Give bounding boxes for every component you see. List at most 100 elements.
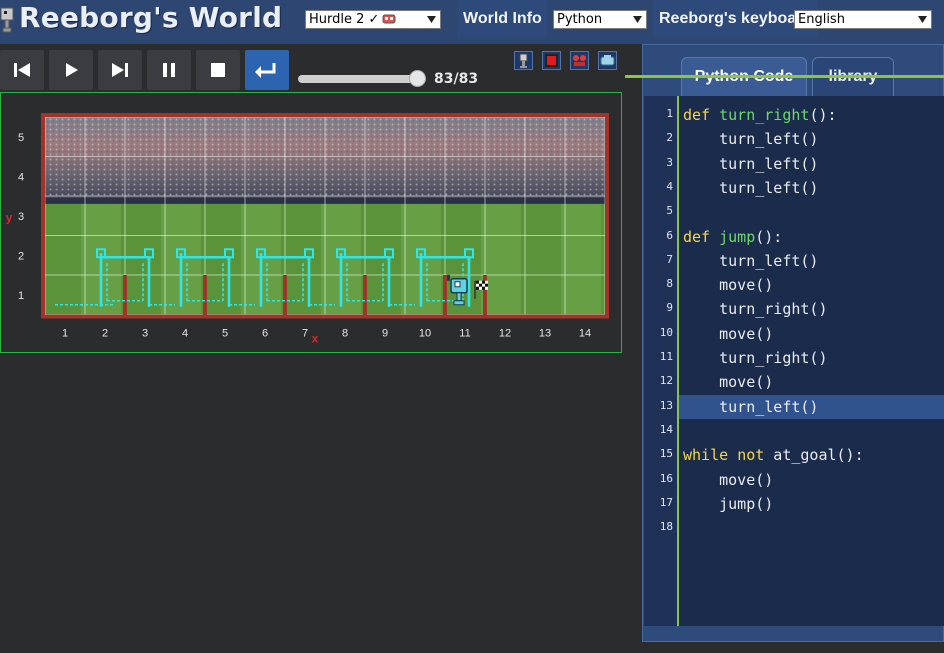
- code-line-current[interactable]: turn_left(): [679, 394, 944, 419]
- robot-eye: [454, 281, 461, 288]
- line-number: 18: [659, 520, 673, 534]
- goal-flag-checker: [482, 283, 485, 287]
- chevron-down-icon: [633, 16, 642, 23]
- line-number: 10: [659, 325, 673, 339]
- pause-icon: [163, 63, 175, 77]
- y-tick-label: 2: [18, 250, 24, 262]
- x-tick-label: 5: [222, 328, 228, 340]
- world-edit-icon: [600, 55, 615, 66]
- x-tick-label: 8: [342, 328, 348, 340]
- line-number: 13: [659, 398, 673, 412]
- code-line[interactable]: turn_left(): [683, 176, 818, 200]
- code-editor[interactable]: 1 2 3 4 5 6 7 8 9 10 11 12 13 14 15 16 17 18 def turn_rig…: [644, 96, 944, 626]
- goal-flag-checker: [476, 283, 479, 287]
- progress-slider-track[interactable]: [298, 75, 426, 83]
- line-number: 9: [666, 301, 673, 315]
- goal-flag-checker: [485, 280, 488, 284]
- world-select-value: Hurdle 2 ✓: [309, 12, 380, 27]
- x-tick-label: 7: [302, 328, 308, 340]
- line-number: 3: [666, 155, 673, 169]
- robots-tool-button[interactable]: [570, 51, 589, 70]
- stop-icon: [211, 63, 225, 77]
- code-line[interactable]: jump(): [683, 492, 773, 516]
- step-counter: 83/83: [434, 71, 479, 87]
- line-number: 12: [659, 374, 673, 388]
- hurdle-wall: [203, 275, 207, 315]
- code-line[interactable]: move(): [683, 322, 773, 346]
- world-canvas[interactable]: 1 2 3 4 5 6 7 8 9 10 11 12 13 1412345xy: [1, 93, 621, 352]
- robot-body: [456, 292, 462, 302]
- y-axis-label: y: [6, 211, 13, 225]
- chevron-down-icon: [427, 16, 436, 23]
- line-number: 6: [666, 228, 673, 242]
- ui-language-select-value: English: [798, 12, 845, 27]
- robot-antenna: [447, 274, 450, 281]
- language-select[interactable]: Python: [553, 10, 647, 29]
- goal-flag-checker: [479, 283, 482, 287]
- code-line[interactable]: turn_left(): [683, 152, 818, 176]
- code-line[interactable]: turn_left(): [683, 127, 818, 151]
- code-line[interactable]: def jump():: [683, 225, 782, 249]
- world-info-button[interactable]: World Info: [457, 0, 547, 38]
- world-canvas-frame: 1 2 3 4 5 6 7 8 9 10 11 12 13 14 1 2 3 4 5 x y: [0, 92, 622, 353]
- x-tick-label: 2: [102, 328, 108, 340]
- goal-flag-checker: [485, 286, 488, 290]
- code-line[interactable]: move(): [683, 273, 773, 297]
- line-number: 17: [659, 495, 673, 509]
- x-tick-label: 11: [459, 328, 470, 340]
- red-square-icon: [545, 54, 558, 67]
- gutter-divider: [677, 96, 679, 626]
- x-tick-label: 14: [579, 328, 591, 340]
- line-number: 2: [666, 131, 673, 145]
- reeborg-logo-icon: [0, 7, 14, 33]
- app-title: Reeborg's World: [19, 1, 283, 34]
- stop-button[interactable]: [196, 50, 240, 90]
- goal-flag-checker: [482, 286, 485, 290]
- play-icon: [66, 63, 78, 77]
- reverse-step-button[interactable]: [0, 50, 44, 90]
- x-tick-label: 9: [382, 328, 388, 340]
- code-line[interactable]: while not at_goal():: [683, 443, 864, 467]
- world-edit-tool-button[interactable]: [598, 51, 617, 70]
- code-line[interactable]: turn_left(): [683, 249, 818, 273]
- skip-forward-icon: [112, 63, 128, 77]
- code-line[interactable]: turn_right(): [683, 346, 827, 370]
- return-arrow-icon: [255, 63, 276, 78]
- code-line[interactable]: turn_right(): [683, 297, 827, 321]
- robot-tool-button[interactable]: [514, 51, 533, 70]
- language-select-value: Python: [557, 12, 603, 27]
- line-number: 11: [659, 350, 673, 363]
- x-tick-label: 4: [182, 328, 188, 340]
- reload-button[interactable]: [245, 50, 289, 90]
- x-tick-label: 10: [419, 328, 431, 340]
- highlight-tool-button[interactable]: [542, 51, 561, 70]
- line-number: 4: [666, 179, 673, 193]
- hurdle-wall: [443, 275, 447, 315]
- line-number: 16: [659, 471, 673, 485]
- x-tick-label: 1: [62, 328, 68, 340]
- goal-flag-checker: [476, 280, 479, 284]
- y-tick-label: 4: [18, 171, 24, 183]
- line-number: 15: [659, 447, 673, 461]
- goal-flag-checker: [482, 280, 485, 284]
- ui-language-select[interactable]: English: [794, 10, 932, 29]
- run-button[interactable]: [49, 50, 93, 90]
- skip-back-icon: [14, 63, 30, 77]
- code-line[interactable]: def turn_right():: [683, 103, 837, 127]
- line-number-gutter: 1 2 3 4 5 6 7 8 9 10 11 12 13 14 15 16 17 18: [644, 96, 677, 626]
- world-select[interactable]: Hurdle 2 ✓: [305, 10, 441, 29]
- progress-slider-thumb[interactable]: [409, 70, 426, 87]
- chevron-down-icon: [918, 16, 927, 23]
- goal-flag-checker: [479, 280, 482, 284]
- line-number: 8: [666, 277, 673, 291]
- goal-flag-checker: [479, 286, 482, 290]
- code-line[interactable]: move(): [683, 370, 773, 394]
- pause-button[interactable]: [147, 50, 191, 90]
- y-tick-label: 3: [18, 211, 24, 223]
- code-line[interactable]: move(): [683, 468, 773, 492]
- step-button[interactable]: [98, 50, 142, 90]
- line-number: 7: [666, 252, 673, 266]
- x-tick-label: 6: [262, 328, 268, 340]
- x-tick-label: 12: [499, 328, 511, 340]
- line-number: 1: [666, 107, 673, 120]
